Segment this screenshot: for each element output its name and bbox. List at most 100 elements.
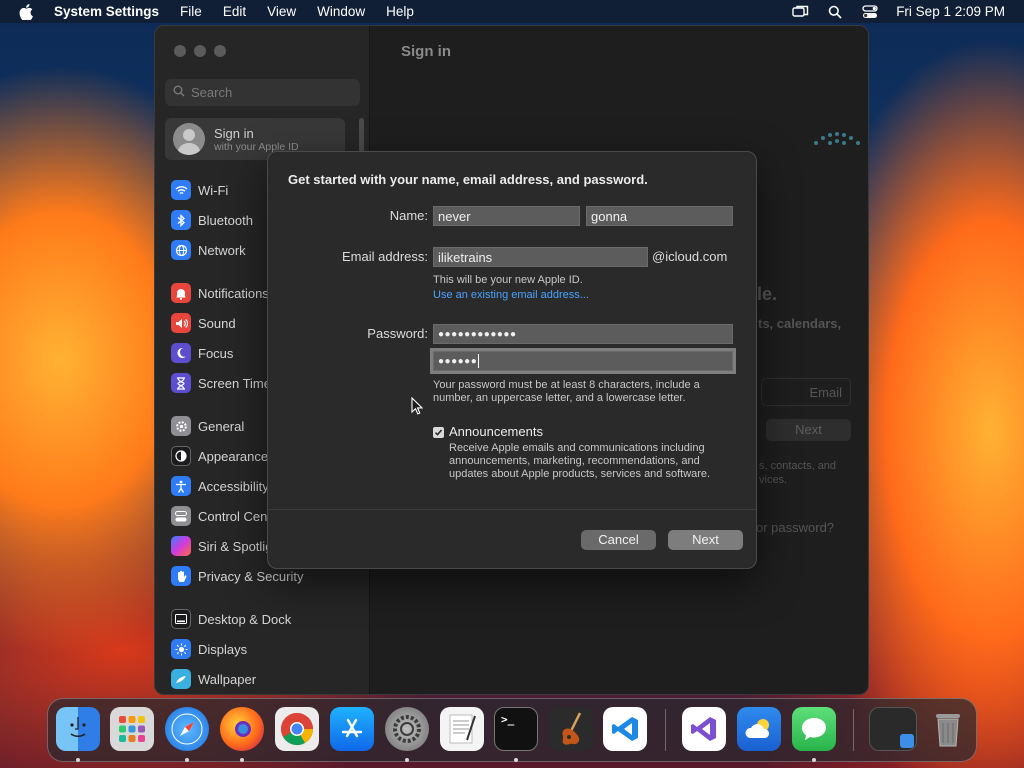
- email-domain: @icloud.com: [652, 249, 728, 264]
- next-button[interactable]: Next: [668, 530, 743, 550]
- sidebar-item-label: Sound: [198, 315, 236, 331]
- password-field[interactable]: ●●●●●●●●●●●●: [433, 324, 733, 344]
- firefox-icon[interactable]: [220, 707, 264, 751]
- first-name-field[interactable]: never: [433, 206, 580, 226]
- sidebar-item-general[interactable]: General: [171, 415, 244, 437]
- messages-icon[interactable]: [792, 707, 836, 751]
- control-centre-icon: [171, 506, 191, 526]
- bg-text-fragment: vices.: [759, 474, 788, 486]
- dock-separator: [665, 709, 666, 751]
- textedit-icon[interactable]: [440, 707, 484, 751]
- password-note-line-1: Your password must be at least 8 charact…: [433, 379, 700, 391]
- close-button[interactable]: [174, 45, 186, 57]
- sidebar-item-wallpaper[interactable]: Wallpaper: [171, 668, 256, 690]
- running-indicator: [185, 758, 189, 762]
- verify-password-field[interactable]: ●●●●●●: [430, 348, 736, 374]
- finder-icon[interactable]: [56, 707, 100, 751]
- announcements-note-line-3: updates about Apple products, services a…: [449, 468, 711, 480]
- trash-icon[interactable]: [926, 707, 970, 751]
- wallpaper-icon: [171, 669, 191, 689]
- menu-app-name[interactable]: System Settings: [54, 4, 159, 19]
- sidebar-item-screen-time[interactable]: Screen Time: [171, 372, 271, 394]
- control-center-icon[interactable]: [861, 3, 879, 21]
- bell-icon: [171, 283, 191, 303]
- dock: >_: [47, 698, 977, 762]
- sidebar-item-label: Screen Time: [198, 375, 271, 391]
- app-store-icon[interactable]: [330, 707, 374, 751]
- sidebar-item-label: Focus: [198, 345, 234, 361]
- hand-icon: [171, 566, 191, 586]
- sidebar-item-displays[interactable]: Displays: [171, 638, 247, 660]
- sidebar-item-label: Appearance: [198, 448, 269, 464]
- menu-clock[interactable]: Fri Sep 1 2:09 PM: [896, 4, 1005, 19]
- dock-separator: [853, 709, 854, 751]
- sidebar-item-bluetooth[interactable]: Bluetooth: [171, 209, 253, 231]
- zoom-button[interactable]: [214, 45, 226, 57]
- sheet-divider: [268, 509, 756, 510]
- vscode-icon[interactable]: [603, 707, 647, 751]
- bg-next-button: Next: [766, 419, 851, 441]
- text-caret: [478, 354, 480, 369]
- apple-logo-icon[interactable]: [19, 3, 35, 20]
- email-label: Email address:: [342, 249, 428, 264]
- garageband-icon[interactable]: [549, 707, 593, 751]
- sidebar-item-sound[interactable]: Sound: [171, 312, 236, 334]
- menu-edit[interactable]: Edit: [223, 4, 246, 19]
- email-field[interactable]: iliketrains: [433, 247, 648, 267]
- avatar: [173, 123, 205, 155]
- safari-icon[interactable]: [165, 707, 209, 751]
- search-placeholder: Search: [191, 85, 233, 100]
- minimized-window-icon[interactable]: [869, 707, 917, 751]
- running-indicator: [240, 758, 244, 762]
- menu-view[interactable]: View: [267, 4, 296, 19]
- sidebar-item-label: Wallpaper: [198, 671, 257, 687]
- sidebar-item-wifi[interactable]: Wi-Fi: [171, 179, 228, 201]
- gear-icon: [171, 416, 191, 436]
- bg-email-field: Email: [761, 378, 851, 406]
- bg-text-fragment: le.: [757, 284, 778, 304]
- moon-icon: [171, 343, 191, 363]
- sidebar-item-accessibility[interactable]: Accessibility: [171, 475, 269, 497]
- sidebar-item-appearance[interactable]: Appearance: [171, 445, 268, 467]
- menu-file[interactable]: File: [180, 4, 202, 19]
- sidebar-item-control-centre[interactable]: Control Centre: [171, 505, 283, 527]
- sidebar-item-network[interactable]: Network: [171, 239, 246, 261]
- running-indicator: [812, 758, 816, 762]
- screen-mirroring-icon[interactable]: [791, 3, 809, 21]
- siri-icon: [171, 536, 191, 556]
- signin-title: Sign in: [214, 125, 254, 141]
- system-settings-icon[interactable]: [385, 707, 429, 751]
- cancel-button[interactable]: Cancel: [581, 530, 656, 550]
- sidebar-item-label: Network: [198, 242, 246, 258]
- sidebar-item-notifications[interactable]: Notifications: [171, 282, 269, 304]
- running-indicator: [514, 758, 518, 762]
- chrome-icon[interactable]: [275, 707, 319, 751]
- globe-icon: [171, 240, 191, 260]
- use-existing-email-link[interactable]: Use an existing email address...: [433, 289, 589, 301]
- minimize-button[interactable]: [194, 45, 206, 57]
- password-note-line-2: number, an uppercase letter, and a lower…: [433, 392, 686, 404]
- terminal-icon[interactable]: >_: [494, 707, 538, 751]
- sidebar-item-focus[interactable]: Focus: [171, 342, 233, 364]
- bg-text-fragment: ts, calendars,: [758, 316, 842, 331]
- sidebar-item-desktop-dock[interactable]: Desktop & Dock: [171, 608, 291, 630]
- spotlight-search-icon[interactable]: [826, 3, 844, 21]
- wifi-icon: [171, 180, 191, 200]
- dock-icon: [171, 609, 191, 629]
- sidebar-item-label: Wi-Fi: [198, 182, 229, 198]
- announcements-note-line-1: Receive Apple emails and communications …: [449, 442, 705, 454]
- announcements-checkbox[interactable]: [433, 427, 444, 438]
- launchpad-icon[interactable]: [110, 707, 154, 751]
- sidebar-item-label: General: [198, 418, 245, 434]
- menu-window[interactable]: Window: [317, 4, 365, 19]
- running-indicator: [405, 758, 409, 762]
- bluetooth-icon: [171, 210, 191, 230]
- icloud-weather-icon[interactable]: [737, 707, 781, 751]
- password-label: Password:: [367, 326, 428, 341]
- finder-badge-icon: [900, 734, 914, 748]
- visual-studio-icon[interactable]: [682, 707, 726, 751]
- search-field[interactable]: Search: [165, 79, 360, 106]
- last-name-field[interactable]: gonna: [586, 206, 733, 226]
- menu-help[interactable]: Help: [386, 4, 414, 19]
- name-label: Name:: [389, 208, 428, 223]
